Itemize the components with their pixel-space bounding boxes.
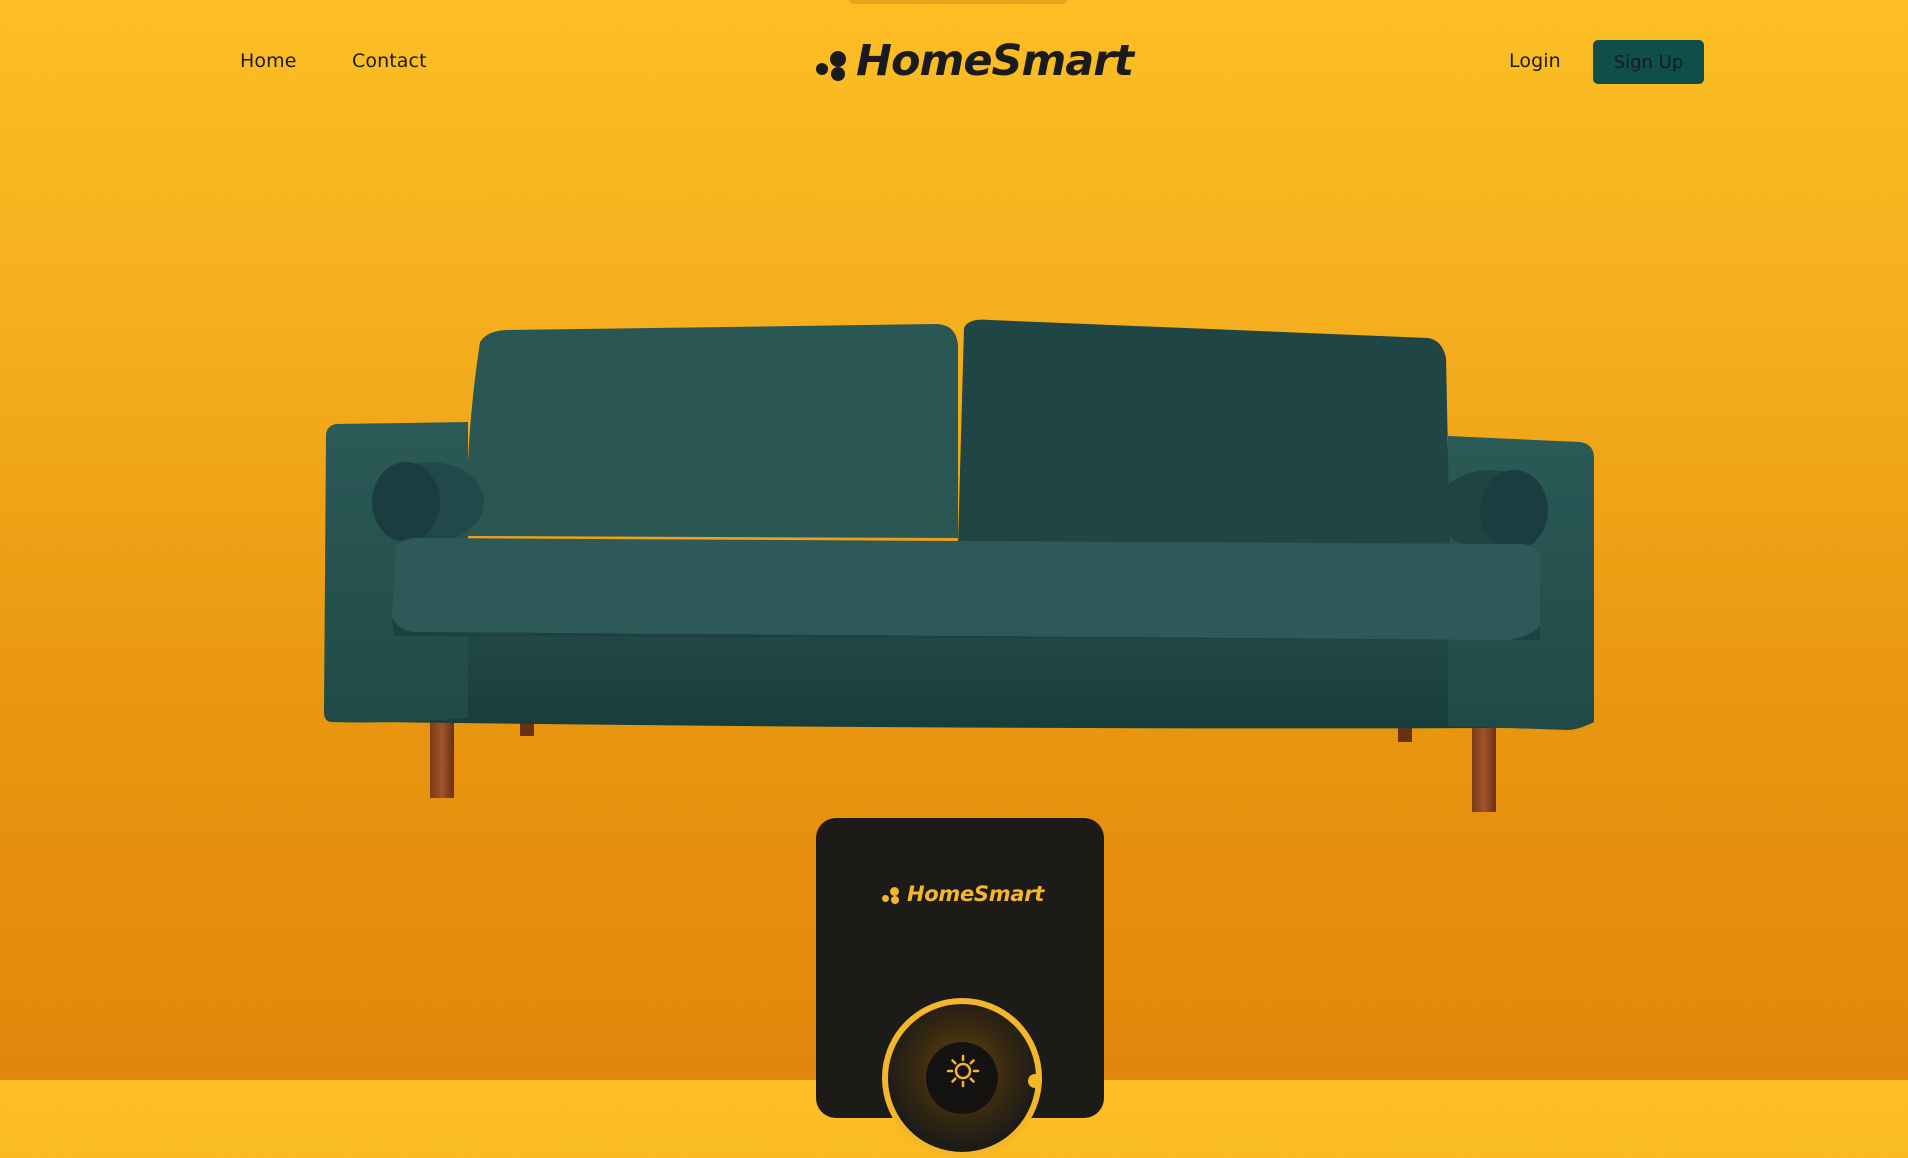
login-link[interactable]: Login	[1509, 50, 1561, 72]
dots-logo-icon	[882, 883, 902, 905]
dots-logo-icon	[816, 41, 848, 81]
dial-knob[interactable]	[1028, 1074, 1042, 1088]
brand-name: HomeSmart	[856, 36, 1134, 86]
device-brand-logo: HomeSmart	[882, 882, 1044, 906]
dial-center	[926, 1042, 998, 1114]
sofa-leg	[1472, 726, 1496, 812]
device-brand-name: HomeSmart	[907, 882, 1044, 906]
sun-icon	[946, 1054, 980, 1088]
nav-link-home[interactable]: Home	[240, 50, 297, 72]
brand-logo[interactable]: HomeSmart	[816, 36, 1134, 86]
sofa-leg	[430, 718, 454, 798]
top-navigation: Home Contact HomeSmart Login Sign Up	[0, 0, 1908, 125]
signup-button[interactable]: Sign Up	[1593, 40, 1704, 84]
brightness-dial[interactable]	[882, 998, 1042, 1158]
sofa-hero-image	[318, 318, 1602, 818]
smart-device-card: HomeSmart	[816, 818, 1104, 1158]
nav-link-contact[interactable]: Contact	[352, 50, 427, 72]
